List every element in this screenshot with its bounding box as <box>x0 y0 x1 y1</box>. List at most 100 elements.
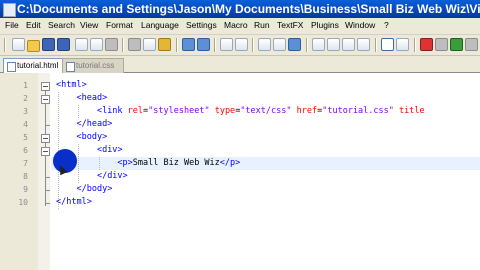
menu-run[interactable]: Run <box>254 19 270 32</box>
code-token-val: "text/css" <box>240 106 292 116</box>
window-title: C:\Documents and Settings\Jason\My Docum… <box>17 2 480 16</box>
save-icon[interactable] <box>42 38 55 51</box>
fold-toggle-icon[interactable] <box>41 95 50 104</box>
play-macro-icon[interactable] <box>450 38 463 51</box>
code-line[interactable]: </head> <box>56 118 112 131</box>
code-token-val: "stylesheet" <box>148 106 210 116</box>
line-number: 9 <box>23 185 28 194</box>
menu-language[interactable]: Language <box>141 19 179 32</box>
fold-end <box>45 203 50 204</box>
save-all-icon[interactable] <box>57 38 70 51</box>
menu-edit[interactable]: Edit <box>26 19 41 32</box>
document-tabs: tutorial.html tutorial.css <box>0 56 480 73</box>
stop-macro-icon[interactable] <box>435 38 448 51</box>
code-editor[interactable]: 1 2 3 4 5 6 7 8 9 10 <html> <head> <link… <box>0 73 480 270</box>
code-line[interactable]: <link rel="stylesheet" type="text/css" h… <box>56 105 425 118</box>
line-number: 3 <box>23 107 28 116</box>
fold-end <box>45 190 50 191</box>
code-line[interactable]: <head> <box>56 92 107 105</box>
code-token-tag: <html> <box>56 80 87 90</box>
code-token-attr: title <box>399 106 425 116</box>
code-token-val: "tutorial.css" <box>322 106 394 116</box>
indent-guide-icon[interactable] <box>342 38 355 51</box>
menu-file[interactable]: File <box>5 19 19 32</box>
css-file-icon <box>66 62 75 72</box>
code-line[interactable]: <p>Small Biz Web Wiz</p> <box>56 157 240 170</box>
line-number: 5 <box>23 133 28 142</box>
html-file-icon <box>7 62 16 72</box>
fold-toggle-icon[interactable] <box>41 147 50 156</box>
code-token-tag: </div> <box>96 171 128 181</box>
tab-label: tutorial.css <box>76 61 115 70</box>
menu-plugins[interactable]: Plugins <box>311 19 339 32</box>
code-token-tag: <head> <box>76 93 108 103</box>
menu-format[interactable]: Format <box>106 19 133 32</box>
code-token-attr: href <box>296 106 318 116</box>
toolbar <box>0 35 480 56</box>
code-token-tag: <div> <box>96 145 123 155</box>
code-token-tag: </html> <box>56 197 92 207</box>
replace-icon[interactable] <box>235 38 248 51</box>
paste-icon[interactable] <box>158 38 171 51</box>
code-token-tag: <link <box>96 106 128 116</box>
find-icon[interactable] <box>220 38 233 51</box>
code-token-tag: </head> <box>76 119 113 129</box>
line-number: 4 <box>23 120 28 129</box>
line-number: 1 <box>23 81 28 90</box>
tab-tutorial-html[interactable]: tutorial.html <box>3 58 63 73</box>
fold-toggle-icon[interactable] <box>41 134 50 143</box>
code-token-attr: rel <box>127 106 144 116</box>
fold-toggle-icon[interactable] <box>41 82 50 91</box>
menu-macro[interactable]: Macro <box>224 19 248 32</box>
menu-textfx[interactable]: TextFX <box>277 19 303 32</box>
line-number: 8 <box>23 172 28 181</box>
menu-help[interactable]: ? <box>384 19 389 32</box>
record-macro-icon[interactable] <box>420 38 433 51</box>
tab-tutorial-css[interactable]: tutorial.css <box>62 58 124 73</box>
code-token-attr: type <box>214 106 236 116</box>
document-map-icon[interactable] <box>396 38 409 51</box>
toolbar-grip <box>4 38 6 52</box>
close-all-icon[interactable] <box>90 38 103 51</box>
line-number-gutter: 1 2 3 4 5 6 7 8 9 10 <box>0 73 39 270</box>
toggle-view-icon[interactable] <box>381 38 394 51</box>
language-icon[interactable] <box>357 38 370 51</box>
zoom-in-icon[interactable] <box>258 38 271 51</box>
code-token-tag: </body> <box>76 184 113 194</box>
sync-scroll-icon[interactable] <box>288 38 301 51</box>
close-icon[interactable] <box>75 38 88 51</box>
toolbar-separator <box>414 38 416 52</box>
undo-icon[interactable] <box>182 38 195 51</box>
code-token-txt: Small Biz Web Wiz <box>132 158 220 168</box>
cut-icon[interactable] <box>128 38 141 51</box>
print-icon[interactable] <box>105 38 118 51</box>
menu-view[interactable]: View <box>80 19 98 32</box>
run-macro-multiple-icon[interactable] <box>465 38 478 51</box>
copy-icon[interactable] <box>143 38 156 51</box>
title-bar: C:\Documents and Settings\Jason\My Docum… <box>0 0 480 18</box>
line-number: 6 <box>23 146 28 155</box>
menu-window[interactable]: Window <box>345 19 375 32</box>
show-all-chars-icon[interactable] <box>327 38 340 51</box>
code-token-tag: <body> <box>76 132 108 142</box>
line-number: 2 <box>23 94 28 103</box>
code-line[interactable]: </body> <box>56 183 112 196</box>
code-line[interactable]: <body> <box>56 131 107 144</box>
open-file-icon[interactable] <box>27 40 40 52</box>
menu-settings[interactable]: Settings <box>186 19 217 32</box>
menu-search[interactable]: Search <box>48 19 75 32</box>
code-line[interactable]: </html> <box>56 196 92 209</box>
toolbar-separator <box>375 38 377 52</box>
code-line[interactable]: <html> <box>56 79 87 92</box>
word-wrap-icon[interactable] <box>312 38 325 51</box>
zoom-out-icon[interactable] <box>273 38 286 51</box>
line-number: 7 <box>23 159 28 168</box>
fold-end <box>45 125 50 126</box>
new-file-icon[interactable] <box>12 38 25 51</box>
redo-icon[interactable] <box>197 38 210 51</box>
notepad-app-icon[interactable] <box>3 3 16 17</box>
